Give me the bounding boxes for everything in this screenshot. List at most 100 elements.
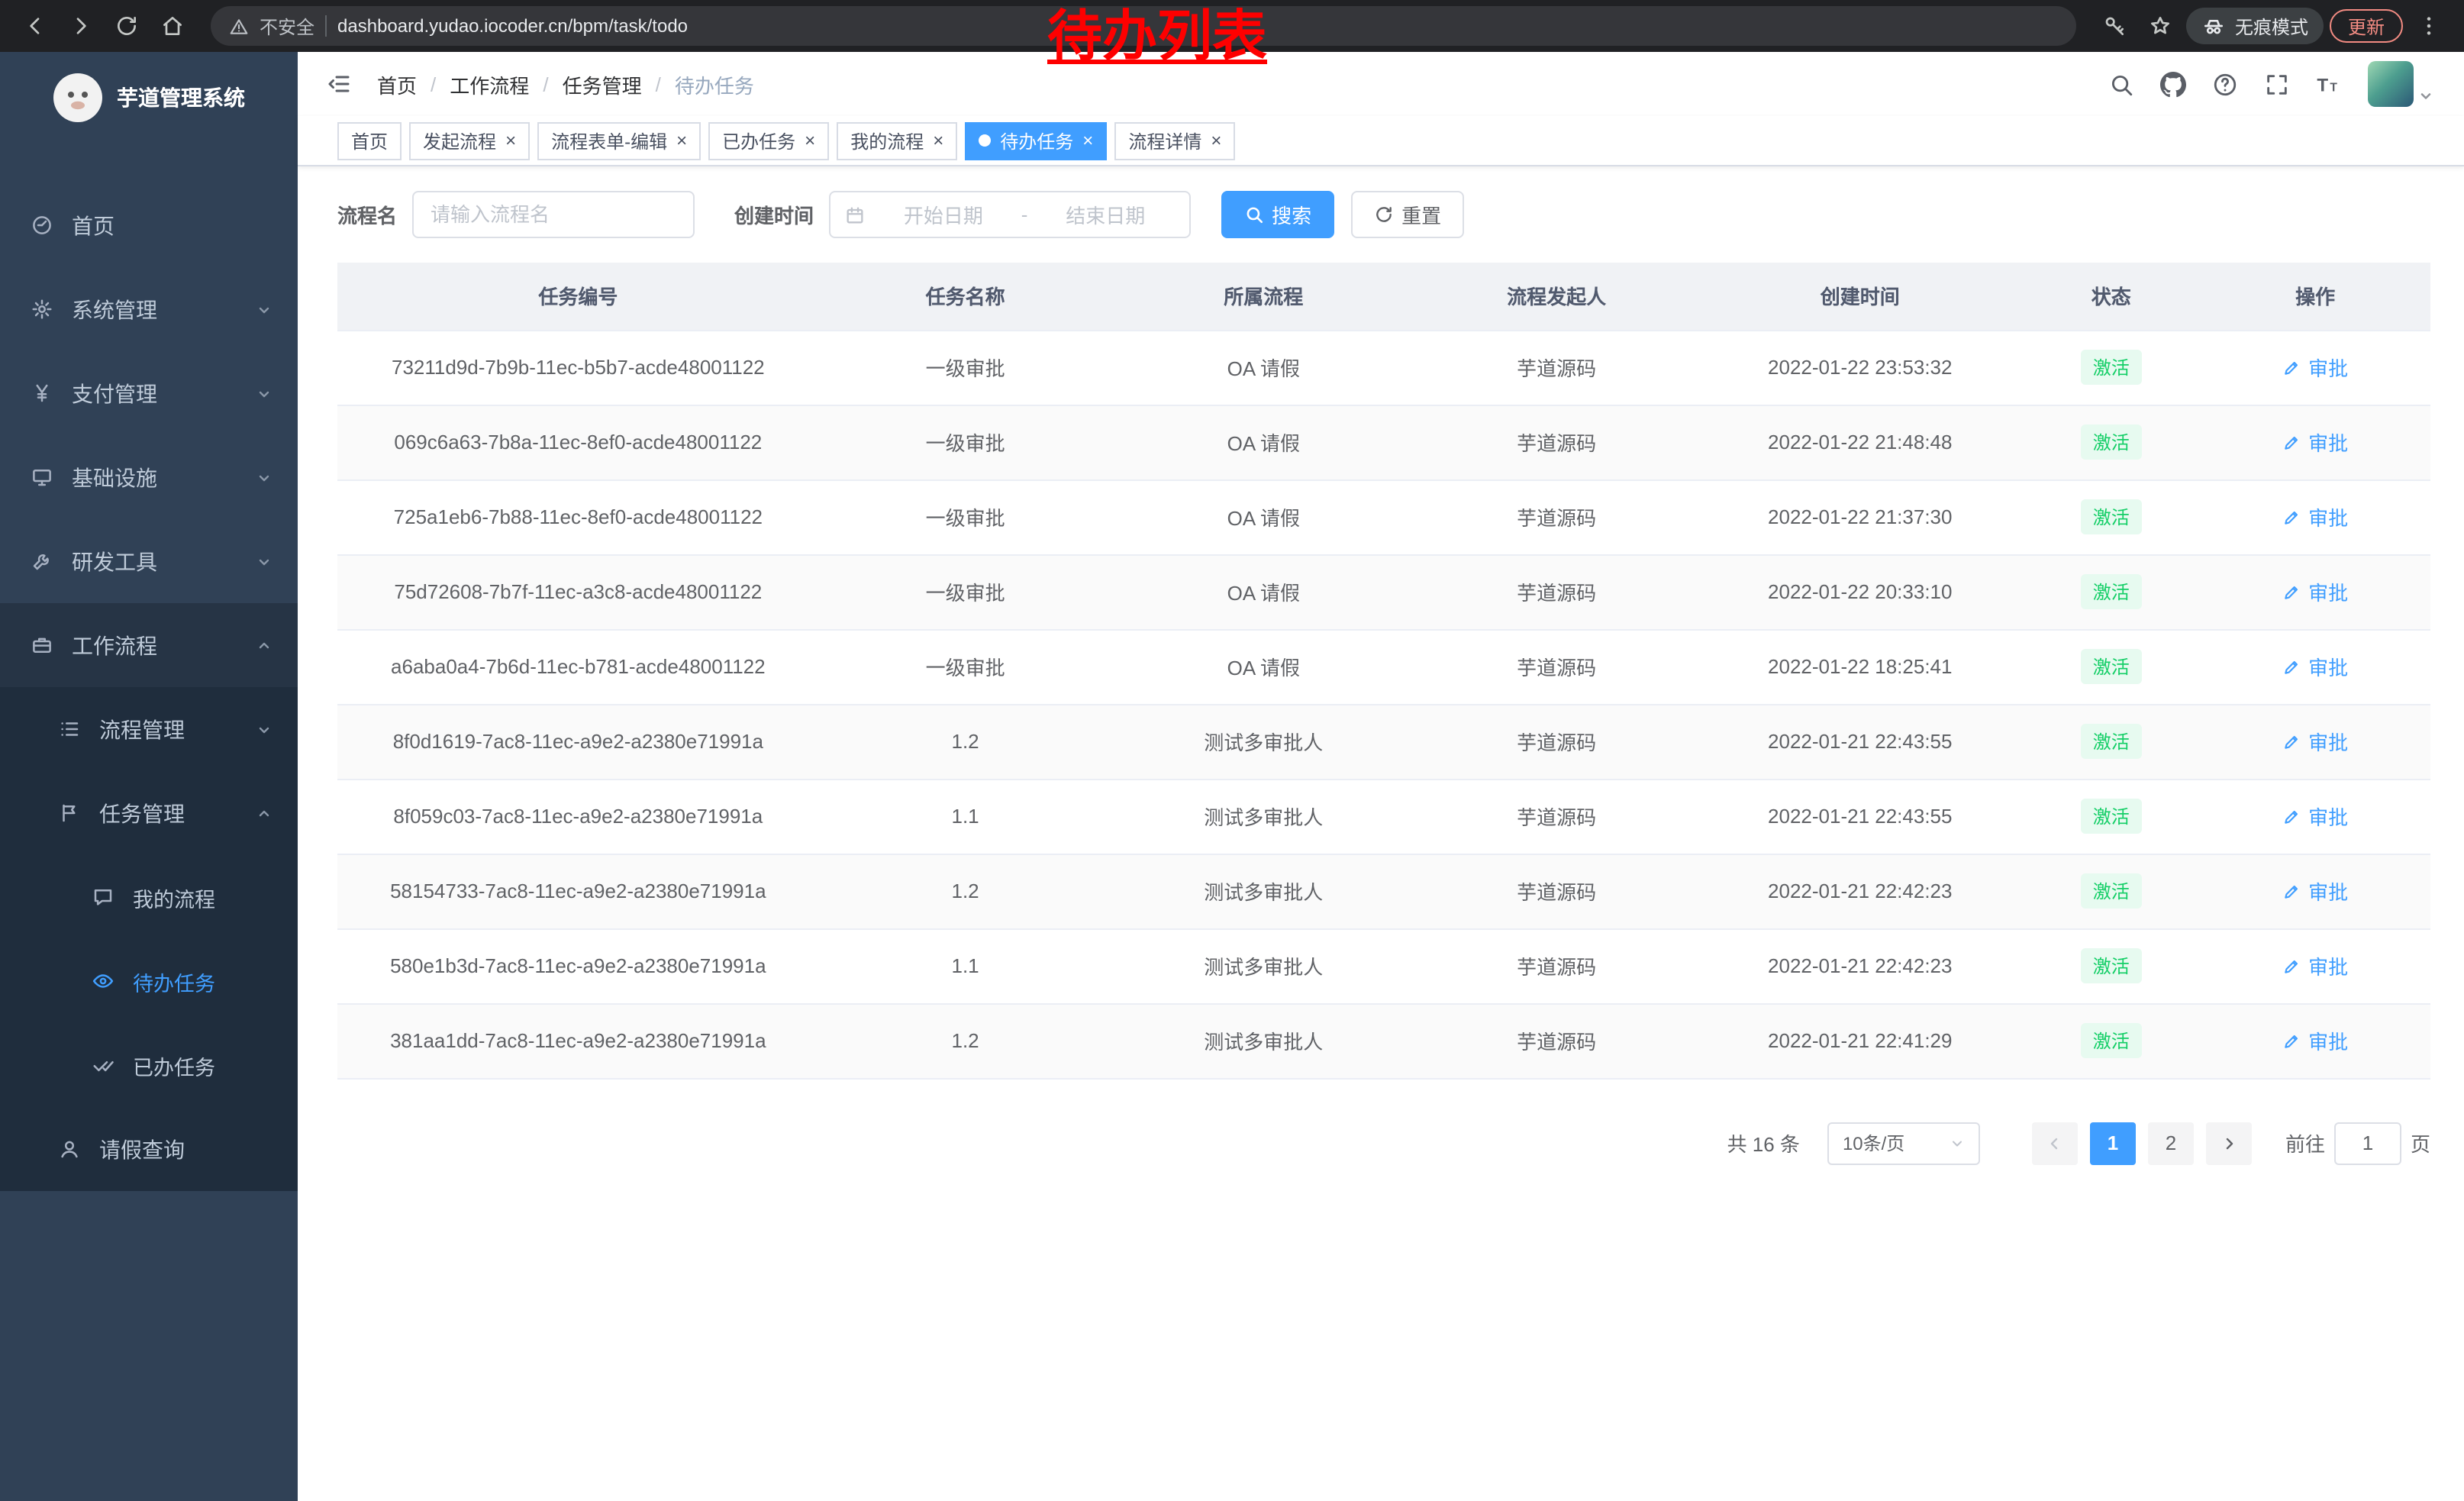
collapse-sidebar-icon[interactable] xyxy=(325,70,353,98)
back-button[interactable] xyxy=(15,6,55,46)
active-dot xyxy=(979,134,991,147)
close-icon[interactable]: × xyxy=(805,131,815,150)
approve-link[interactable]: 审批 xyxy=(2282,1026,2348,1055)
tab-home[interactable]: 首页 xyxy=(337,121,402,160)
approve-link[interactable]: 审批 xyxy=(2282,876,2348,905)
page-size-select[interactable]: 10条/页 xyxy=(1827,1122,1980,1164)
cell-process: 测试多审批人 xyxy=(1112,779,1416,854)
tab-process-form-edit[interactable]: 流程表单-编辑 × xyxy=(537,121,701,160)
cell-created: 2022-01-22 20:33:10 xyxy=(1698,554,2022,629)
avatar[interactable] xyxy=(2368,61,2414,107)
approve-link[interactable]: 审批 xyxy=(2282,577,2348,606)
close-icon[interactable]: × xyxy=(676,131,687,150)
approve-link[interactable]: 审批 xyxy=(2282,652,2348,681)
bookmark-button[interactable] xyxy=(2140,6,2180,46)
chevron-down-icon xyxy=(255,468,273,486)
goto-page-input[interactable] xyxy=(2334,1122,2401,1164)
sidebar-item-infrastructure[interactable]: 基础设施 xyxy=(0,435,298,519)
approve-link[interactable]: 审批 xyxy=(2282,727,2348,756)
cell-task-id: 069c6a63-7b8a-11ec-8ef0-acde48001122 xyxy=(337,405,819,479)
home-button[interactable] xyxy=(153,6,192,46)
update-button[interactable]: 更新 xyxy=(2330,9,2403,43)
page-button-1[interactable]: 1 xyxy=(2090,1122,2136,1164)
end-date-placeholder[interactable]: 结束日期 xyxy=(1035,200,1176,229)
sidebar-item-workflow[interactable]: 工作流程 xyxy=(0,603,298,687)
cell-starter: 芋道源码 xyxy=(1415,330,1698,405)
breadcrumb-item[interactable]: 首页 xyxy=(377,69,417,98)
status-badge: 激活 xyxy=(2081,948,2142,983)
sidebar-item-home[interactable]: 首页 xyxy=(0,183,298,267)
approve-link[interactable]: 审批 xyxy=(2282,802,2348,831)
sidebar-item-system[interactable]: 系统管理 xyxy=(0,267,298,351)
sidebar-item-devtools[interactable]: 研发工具 xyxy=(0,519,298,603)
breadcrumb-item-current: 待办任务 xyxy=(675,69,754,98)
edit-icon xyxy=(2282,357,2302,377)
status-badge: 激活 xyxy=(2081,724,2142,759)
breadcrumb-item[interactable]: 工作流程 xyxy=(450,69,529,98)
cell-task-id: 381aa1dd-7ac8-11ec-a9e2-a2380e71991a xyxy=(337,1003,819,1078)
close-icon[interactable]: × xyxy=(1211,131,1221,150)
table-row: 73211d9d-7b9b-11ec-b5b7-acde48001122 一级审… xyxy=(337,330,2430,405)
approve-link[interactable]: 审批 xyxy=(2282,502,2348,531)
reset-button[interactable]: 重置 xyxy=(1351,191,1464,238)
chevron-left-icon xyxy=(2046,1134,2064,1152)
sidebar-item-todo-task[interactable]: 待办任务 xyxy=(0,939,298,1023)
breadcrumb-separator: / xyxy=(656,73,661,95)
chevron-down-icon xyxy=(1950,1135,1965,1151)
github-icon[interactable] xyxy=(2160,71,2186,97)
yen-icon xyxy=(31,382,53,405)
tab-todo-task[interactable]: 待办任务 × xyxy=(965,121,1107,160)
cell-created: 2022-01-22 23:53:32 xyxy=(1698,330,2022,405)
user-menu[interactable] xyxy=(2368,61,2433,107)
cell-process: OA 请假 xyxy=(1112,405,1416,479)
sidebar-item-task-mgmt[interactable]: 任务管理 xyxy=(0,771,298,855)
prev-page-button[interactable] xyxy=(2032,1122,2078,1164)
breadcrumb-item[interactable]: 任务管理 xyxy=(563,69,642,98)
app-title: 芋道管理系统 xyxy=(117,82,245,113)
help-icon[interactable] xyxy=(2212,71,2238,97)
warning-icon xyxy=(229,16,249,36)
sidebar-item-my-process[interactable]: 我的流程 xyxy=(0,855,298,939)
gear-icon xyxy=(31,298,53,321)
close-icon[interactable]: × xyxy=(505,131,516,150)
caret-down-icon xyxy=(2418,89,2433,104)
column-header: 所属流程 xyxy=(1112,263,1416,330)
table-row: a6aba0a4-7b6d-11ec-b781-acde48001122 一级审… xyxy=(337,629,2430,704)
sidebar-item-label: 基础设施 xyxy=(72,462,157,492)
date-range-picker[interactable]: 开始日期 - 结束日期 xyxy=(829,191,1191,238)
sidebar-item-leave-query[interactable]: 请假查询 xyxy=(0,1107,298,1191)
key-button[interactable] xyxy=(2095,6,2134,46)
start-date-placeholder[interactable]: 开始日期 xyxy=(873,200,1014,229)
close-icon[interactable]: × xyxy=(933,131,943,150)
cell-task-id: 73211d9d-7b9b-11ec-b5b7-acde48001122 xyxy=(337,330,819,405)
approve-link[interactable]: 审批 xyxy=(2282,353,2348,382)
sidebar-item-label: 待办任务 xyxy=(133,966,215,996)
close-icon[interactable]: × xyxy=(1082,131,1093,150)
svg-text:T: T xyxy=(2330,81,2337,94)
edit-icon xyxy=(2282,881,2302,901)
forward-button[interactable] xyxy=(61,6,101,46)
cell-task-name: 一级审批 xyxy=(819,629,1112,704)
sidebar-item-done-task[interactable]: 已办任务 xyxy=(0,1023,298,1107)
next-page-button[interactable] xyxy=(2206,1122,2252,1164)
edit-icon xyxy=(2282,432,2302,452)
security-label[interactable]: 不安全 xyxy=(260,13,314,39)
reload-button[interactable] xyxy=(107,6,147,46)
tab-my-process[interactable]: 我的流程 × xyxy=(837,121,957,160)
cell-created: 2022-01-21 22:43:55 xyxy=(1698,779,2022,854)
process-name-input[interactable] xyxy=(412,191,695,238)
tab-start-process[interactable]: 发起流程 × xyxy=(409,121,530,160)
tab-process-detail[interactable]: 流程详情 × xyxy=(1114,121,1235,160)
browser-menu-button[interactable] xyxy=(2409,6,2449,46)
sidebar-item-process-mgmt[interactable]: 流程管理 xyxy=(0,687,298,771)
approve-link[interactable]: 审批 xyxy=(2282,951,2348,980)
approve-link[interactable]: 审批 xyxy=(2282,428,2348,457)
search-button[interactable]: 搜索 xyxy=(1221,191,1334,238)
divider xyxy=(325,15,327,37)
page-button-2[interactable]: 2 xyxy=(2148,1122,2194,1164)
fullscreen-icon[interactable] xyxy=(2264,71,2290,97)
font-size-icon[interactable]: TT xyxy=(2316,71,2342,97)
search-icon[interactable] xyxy=(2108,71,2134,97)
sidebar-item-payment[interactable]: 支付管理 xyxy=(0,351,298,435)
tab-done-task[interactable]: 已办任务 × xyxy=(708,121,829,160)
